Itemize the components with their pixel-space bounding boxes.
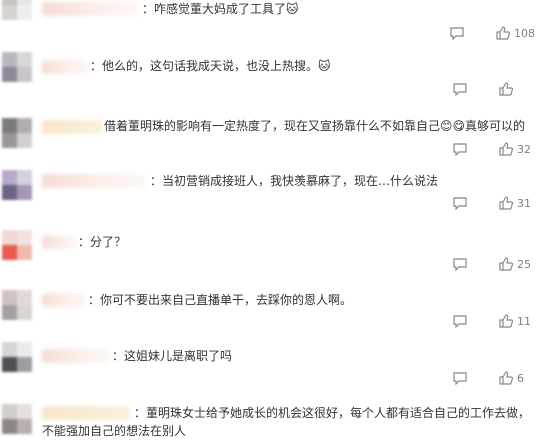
comment-text: 借着董明珠的影响有一定热度了，现在又宣扬靠什么不如靠自己😊😋真够可以的 [104, 119, 526, 133]
thumbs-up-icon[interactable] [496, 26, 510, 40]
comment-icon[interactable] [453, 142, 467, 156]
emoji-icon: 🐱 [286, 2, 299, 16]
comment-item: ：他么的，这句话我成天说，也没上热搜。🐱 [0, 50, 541, 105]
like-count: 25 [517, 257, 531, 271]
avatar[interactable] [2, 52, 32, 82]
avatar[interactable] [2, 342, 32, 372]
comment-text: ：当初营销成接班人，我快羡慕麻了，现在…什么说法 [150, 174, 439, 188]
comment-actions: 108 [450, 24, 535, 42]
thumbs-up-icon[interactable] [499, 371, 513, 385]
comment-item: ：董明珠女士给予她成长的机会这很好，每个人都有适合自己的工作去做，不能强加自己的… [0, 400, 541, 442]
comment-text: ：他么的，这句话我成天说，也没上热搜。🐱 [90, 59, 331, 73]
comment-actions: 31 [453, 194, 535, 212]
comment-icon[interactable] [453, 314, 467, 328]
like-count: 32 [517, 142, 531, 156]
username[interactable] [42, 120, 102, 134]
comment-icon[interactable] [453, 196, 467, 210]
avatar[interactable] [2, 230, 32, 260]
comment-item: 借着董明珠的影响有一定热度了，现在又宣扬靠什么不如靠自己😊😋真够可以的 32 [0, 108, 541, 164]
comment-item: ：当初营销成接班人，我快羡慕麻了，现在…什么说法 31 [0, 166, 541, 222]
comment-icon[interactable] [453, 371, 467, 385]
comment-text: ：分了？ [78, 235, 127, 249]
emoji-icon: 😊😋 [440, 119, 466, 133]
thumbs-up-icon[interactable] [499, 314, 513, 328]
like-count: 11 [517, 314, 531, 328]
comment-actions: 6 [453, 369, 535, 387]
avatar[interactable] [2, 290, 32, 320]
comment-icon[interactable] [453, 257, 467, 271]
thumbs-up-icon[interactable] [499, 196, 513, 210]
avatar[interactable] [2, 404, 32, 434]
comment-text: ：你可不要出来自己直播单干，去踩你的恩人啊。 [88, 293, 353, 307]
comment-actions: 11 [453, 312, 535, 330]
thumbs-up-icon[interactable] [499, 142, 513, 156]
comment-item: ：咋感觉董大妈成了工具了🐱 108 [0, 0, 541, 50]
comment-item: ：分了？ 25 [0, 226, 541, 282]
username[interactable] [42, 293, 86, 307]
comment-text: ：董明珠女士给予她成长的机会这很好，每个人都有适合自己的工作去做，不能强加自己的… [42, 406, 531, 438]
like-count: 6 [517, 371, 524, 385]
comment-text: ：这姐妹儿是离职了吗 [112, 349, 233, 363]
avatar[interactable] [2, 0, 32, 20]
comment-icon[interactable] [453, 82, 467, 96]
thumbs-up-icon[interactable] [499, 257, 513, 271]
comment-text: ：咋感觉董大妈成了工具了🐱 [142, 2, 299, 16]
like-count: 31 [517, 196, 531, 210]
username[interactable] [42, 349, 110, 363]
avatar[interactable] [2, 170, 32, 200]
thumbs-up-icon[interactable] [499, 82, 513, 96]
avatar[interactable] [2, 118, 32, 148]
username[interactable] [42, 60, 88, 74]
username[interactable] [42, 235, 76, 249]
comment-actions: 25 [453, 255, 535, 273]
comment-actions [453, 80, 535, 98]
comment-actions: 32 [453, 140, 535, 158]
emoji-icon: 🐱 [318, 59, 331, 73]
username[interactable] [42, 174, 146, 188]
like-count: 108 [514, 26, 535, 40]
comment-item: ：你可不要出来自己直播单干，去踩你的恩人啊。 11 [0, 286, 541, 338]
comment-item: ：这姐妹儿是离职了吗 6 [0, 340, 541, 396]
username[interactable] [42, 2, 138, 16]
comment-icon[interactable] [450, 26, 464, 40]
